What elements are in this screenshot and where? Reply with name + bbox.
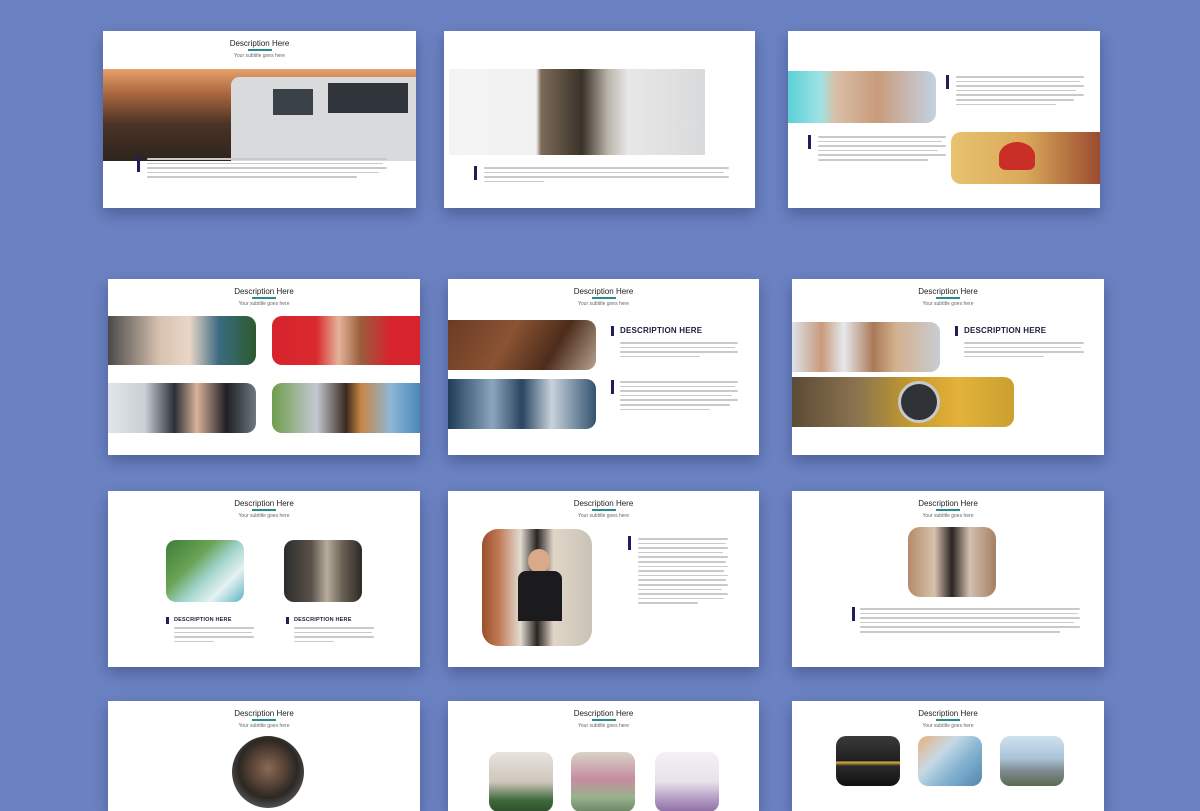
slide-title: Description Here — [108, 287, 420, 299]
island-photo — [166, 540, 244, 602]
station-photo — [284, 540, 362, 602]
slide-title: Description Here — [448, 499, 759, 511]
body-text — [147, 155, 387, 181]
map-photo — [788, 71, 936, 123]
slide-1[interactable]: Description Here Your subtitle goes here — [103, 31, 416, 208]
slide-subtitle: Your subtitle goes here — [578, 301, 629, 307]
slide-title: Description Here — [792, 287, 1104, 299]
headlight-photo — [792, 377, 1014, 427]
slide-8[interactable]: Description Here Your subtitle goes here — [448, 491, 759, 667]
slide-subtitle: Your subtitle goes here — [922, 513, 974, 519]
slide-subtitle: Your subtitle goes here — [238, 723, 290, 729]
slide-title: Description Here — [108, 709, 420, 721]
body-text — [174, 624, 254, 645]
slide-title: Description Here — [103, 39, 416, 51]
body-text — [818, 133, 946, 164]
accent-bar — [946, 75, 949, 89]
slide-6[interactable]: Description Here Your subtitle goes here… — [792, 279, 1104, 455]
accent-bar — [808, 135, 811, 149]
body-text — [294, 624, 374, 645]
slide-subtitle: Your subtitle goes here — [238, 513, 290, 519]
slide-subtitle: Your subtitle goes here — [922, 723, 974, 729]
mountain-photo — [1000, 736, 1064, 786]
car-photo — [103, 69, 416, 161]
building-photo — [449, 69, 705, 155]
section-heading: DESCRIPTION HERE — [294, 617, 352, 623]
section-heading: DESCRIPTION HERE — [964, 326, 1047, 335]
desk-photo — [448, 320, 596, 370]
cap-photo — [951, 132, 1100, 184]
violinist-photo — [272, 383, 420, 433]
slide-9[interactable]: Description Here Your subtitle goes here — [792, 491, 1104, 667]
slide-subtitle: Your subtitle goes here — [578, 723, 629, 729]
slide-title: Description Here — [108, 499, 420, 511]
camera-person-photo — [232, 736, 304, 808]
slide-5[interactable]: Description Here Your subtitle goes here… — [448, 279, 759, 455]
slide-subtitle: Your subtitle goes here — [922, 301, 974, 307]
slide-title: Description Here — [448, 709, 759, 721]
accent-bar — [955, 326, 958, 336]
crowd-photo — [448, 379, 596, 429]
accent-bar — [166, 617, 169, 624]
accent-bar — [628, 536, 631, 550]
woman-photo — [108, 316, 256, 365]
plant-photo — [489, 752, 553, 811]
body-text — [620, 339, 738, 360]
slide-7[interactable]: Description Here Your subtitle goes here… — [108, 491, 420, 667]
portrait-photo — [482, 529, 592, 646]
body-text — [638, 535, 728, 607]
body-text — [620, 378, 738, 413]
slide-2[interactable] — [444, 31, 755, 208]
accent-bar — [137, 156, 140, 172]
slide-subtitle: Your subtitle goes here — [234, 53, 285, 59]
accent-bar — [611, 326, 614, 336]
slide-title: Description Here — [448, 287, 759, 299]
slide-12[interactable]: Description Here Your subtitle goes here — [792, 701, 1104, 811]
photographer-photo — [108, 383, 256, 433]
body-text — [484, 164, 729, 185]
girl-photo — [908, 527, 996, 597]
friends-photo — [792, 322, 940, 372]
accent-bar — [286, 617, 289, 624]
slide-3[interactable] — [788, 31, 1100, 208]
body-text — [964, 339, 1084, 360]
slide-11[interactable]: Description Here Your subtitle goes here — [448, 701, 759, 811]
dessert-photo — [655, 752, 719, 811]
section-heading: DESCRIPTION HERE — [174, 617, 232, 623]
slide-title: Description Here — [792, 709, 1104, 721]
ice-photo — [918, 736, 982, 786]
cat-photo — [836, 736, 900, 786]
flowers-photo — [571, 752, 635, 811]
slide-10[interactable]: Description Here Your subtitle goes here — [108, 701, 420, 811]
accent-bar — [852, 607, 855, 621]
slide-title: Description Here — [792, 499, 1104, 511]
accent-bar — [611, 380, 614, 394]
accent-bar — [474, 166, 477, 180]
section-heading: DESCRIPTION HERE — [620, 326, 703, 335]
body-text — [956, 73, 1084, 108]
slide-4[interactable]: Description Here Your subtitle goes here — [108, 279, 420, 455]
body-text — [860, 605, 1080, 636]
slide-subtitle: Your subtitle goes here — [238, 301, 290, 307]
slide-subtitle: Your subtitle goes here — [578, 513, 629, 519]
woman-red-photo — [272, 316, 420, 365]
